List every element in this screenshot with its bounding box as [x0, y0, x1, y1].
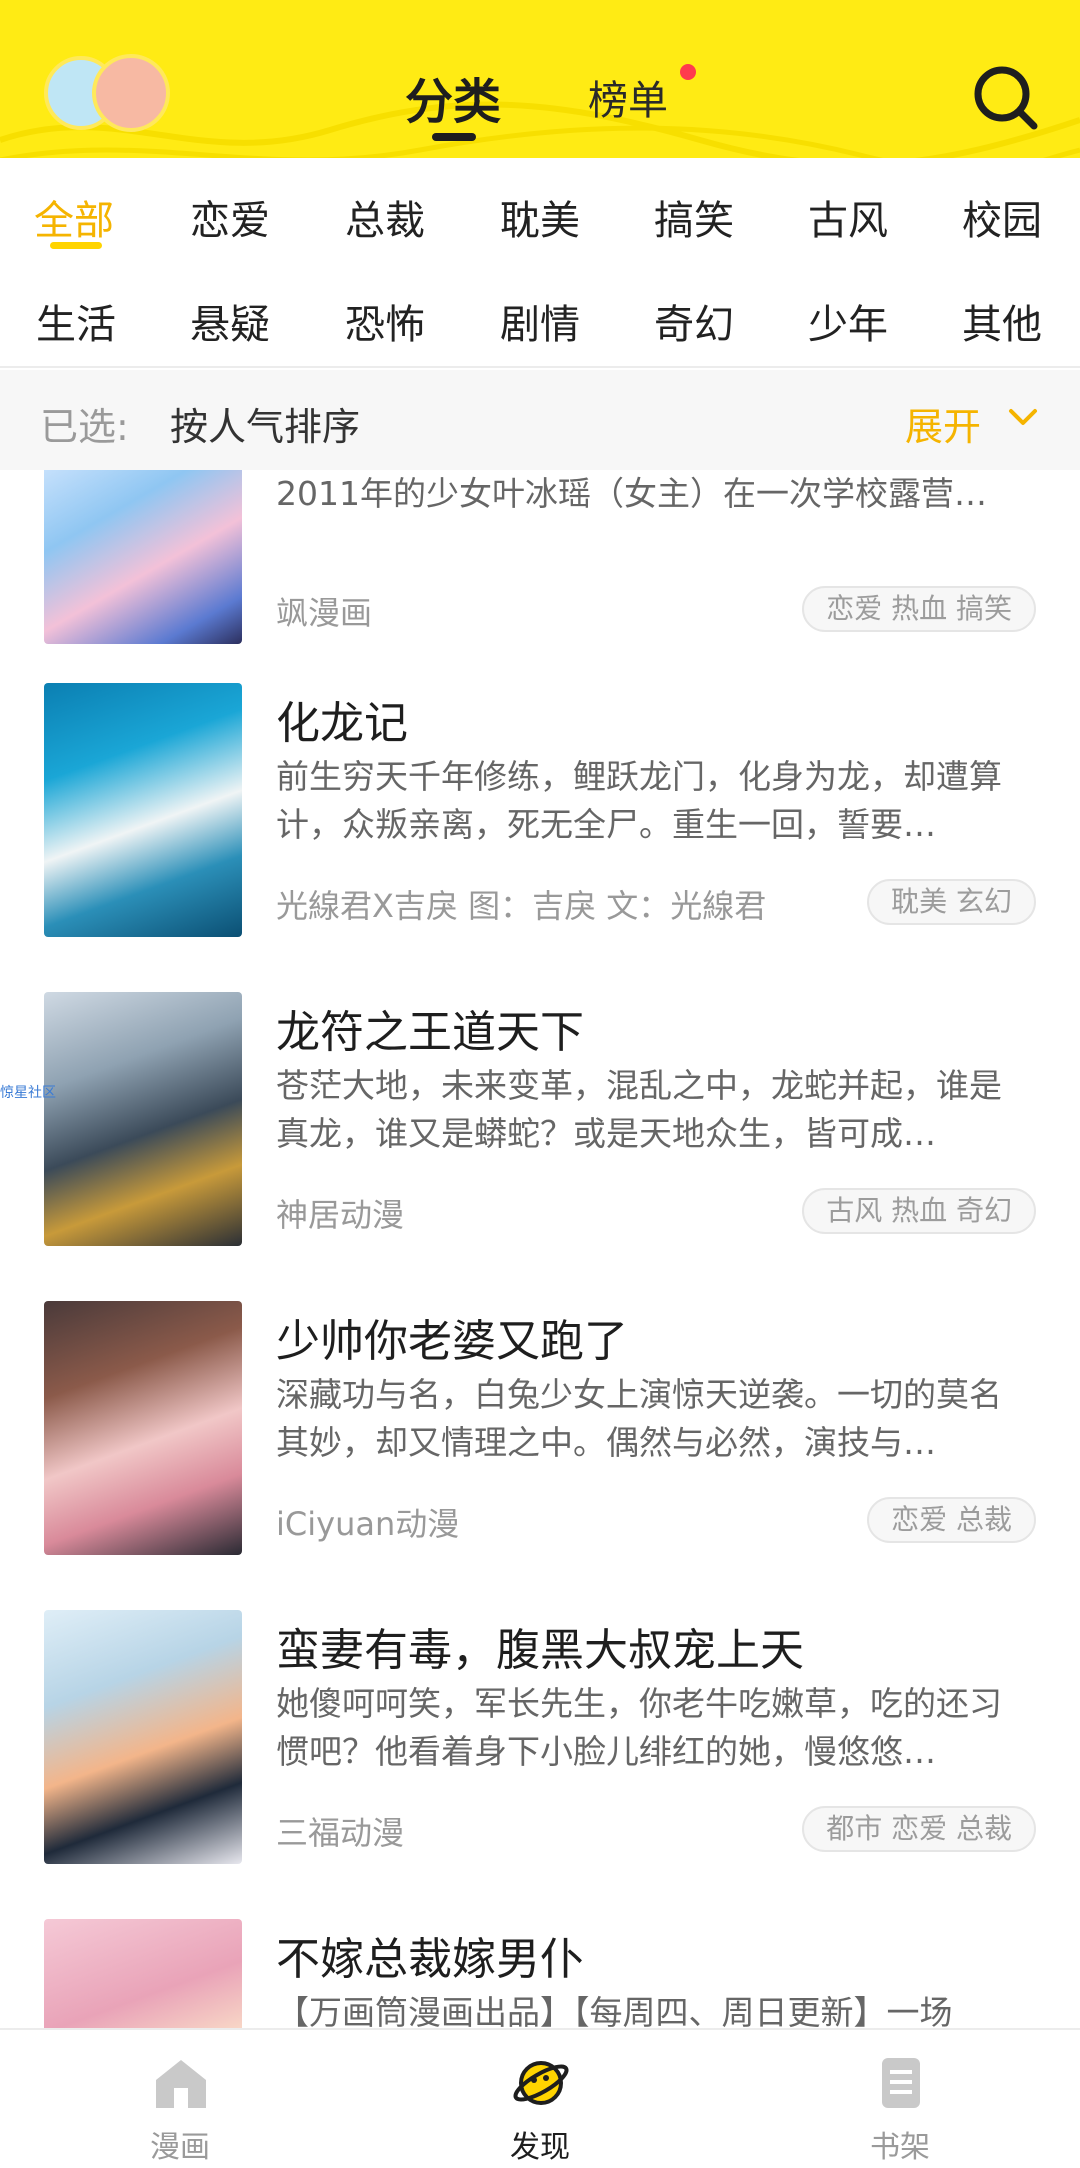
comic-cover[interactable] [44, 992, 242, 1246]
comic-tags: 都市 恋爱 总裁 [802, 1806, 1036, 1852]
comic-cover[interactable] [44, 1301, 242, 1555]
category-ceo[interactable]: 总裁 [345, 188, 425, 246]
filter-label: 已选: [40, 405, 129, 449]
list-item[interactable]: 化龙记 前生穷天千年修练，鲤跃龙门，化身为龙，却遭算计，众叛亲离，死无全尸。重生… [0, 683, 1080, 993]
side-watermark: 惊星社区 [0, 1085, 56, 1101]
comic-cover[interactable] [44, 470, 242, 644]
comic-author: 神居动漫 [276, 1196, 405, 1234]
category-other[interactable]: 其他 [962, 292, 1042, 350]
comic-tags: 古风 热血 奇幻 [802, 1188, 1036, 1234]
comic-author: 飒漫画 [276, 594, 373, 632]
category-grid: 全部 恋爱 总裁 耽美 搞笑 古风 校园 生活 悬疑 恐怖 剧情 奇幻 少年 其… [0, 158, 1080, 368]
comic-tags: 耽美 玄幻 [867, 879, 1036, 925]
filter-bar: 已选: 按人气排序 展开 [0, 370, 1080, 470]
comic-description: 苍茫大地，未来变革，混乱之中，龙蛇并起，谁是真龙，谁又是蟒蛇？或是天地众生，皆可… [276, 1066, 1002, 1153]
category-mystery[interactable]: 悬疑 [190, 292, 270, 350]
home-icon [156, 2060, 206, 2108]
nav-label: 漫画 [150, 2130, 210, 2165]
comic-description: 【万画筒漫画出品】【每周四、周日更新】一场 [276, 1993, 953, 2028]
list-item[interactable]: 蛮妻有毒，腹黑大叔宠上天 她傻呵呵笑，军长先生，你老牛吃嫩草，吃的还习惯吧？他看… [0, 1610, 1080, 1920]
comic-title[interactable]: 不嫁总裁嫁男仆 [276, 1923, 584, 1987]
nav-label: 发现 [510, 2130, 570, 2165]
list-item[interactable]: 不嫁总裁嫁男仆 【万画筒漫画出品】【每周四、周日更新】一场 [0, 1919, 1080, 2028]
expand-button[interactable]: 展开 [905, 396, 981, 451]
comic-author: iCiyuan动漫 [276, 1505, 460, 1543]
selected-category-indicator [50, 242, 102, 249]
category-shonen[interactable]: 少年 [808, 292, 888, 350]
active-tab-indicator [432, 133, 476, 141]
nav-bookshelf[interactable]: 书架 [800, 2030, 1000, 2168]
comic-list[interactable]: 2011年的少女叶冰瑶（女主）在一次学校露营… 飒漫画 恋爱 热血 搞笑 化龙记… [0, 470, 1080, 2028]
category-life[interactable]: 生活 [36, 292, 116, 350]
comic-tags: 恋爱 总裁 [867, 1497, 1036, 1543]
category-bl[interactable]: 耽美 [500, 188, 580, 246]
comic-author: 三福动漫 [276, 1814, 405, 1852]
comic-tags: 恋爱 热血 搞笑 [802, 586, 1036, 632]
comic-title[interactable]: 少帅你老婆又跑了 [276, 1305, 628, 1369]
planet-icon [513, 2061, 569, 2105]
comic-description: 前生穷天千年修练，鲤跃龙门，化身为龙，却遭算计，众叛亲离，死无全尸。重生一回，誓… [276, 757, 1002, 844]
comic-description: 2011年的少女叶冰瑶（女主）在一次学校露营… [276, 474, 987, 513]
comic-cover[interactable] [44, 683, 242, 937]
tab-ranking[interactable]: 榜单 [588, 68, 668, 126]
comic-author: 光線君X吉戾 图：吉戾 文：光線君 [276, 887, 767, 925]
nav-discover[interactable]: 发现 [440, 2030, 640, 2168]
bottom-navigation: 漫画 发现 书架 [0, 2028, 1080, 2168]
list-item[interactable]: 少帅你老婆又跑了 深藏功与名，白兔少女上演惊天逆袭。一切的莫名其妙，却又情理之中… [0, 1301, 1080, 1611]
category-romance[interactable]: 恋爱 [190, 188, 270, 246]
category-comedy[interactable]: 搞笑 [654, 188, 734, 246]
top-header: 分类 榜单 [0, 0, 1080, 158]
comic-description: 深藏功与名，白兔少女上演惊天逆袭。一切的莫名其妙，却又情理之中。偶然与必然，演技… [276, 1375, 1002, 1462]
category-campus[interactable]: 校园 [962, 188, 1042, 246]
chevron-down-icon[interactable] [1003, 398, 1043, 438]
comic-title[interactable]: 龙符之王道天下 [276, 996, 584, 1060]
search-icon[interactable] [970, 62, 1042, 134]
list-item[interactable]: 龙符之王道天下 苍茫大地，未来变革，混乱之中，龙蛇并起，谁是真龙，谁又是蟒蛇？或… [0, 992, 1080, 1302]
comic-cover[interactable] [44, 1919, 242, 2028]
category-fantasy[interactable]: 奇幻 [654, 292, 734, 350]
notification-dot [680, 64, 696, 80]
tab-category[interactable]: 分类 [405, 62, 501, 132]
category-all[interactable]: 全部 [34, 188, 114, 246]
category-ancient[interactable]: 古风 [808, 188, 888, 246]
book-icon [882, 2058, 920, 2108]
category-drama[interactable]: 剧情 [500, 292, 580, 350]
nav-comics[interactable]: 漫画 [80, 2030, 280, 2168]
comic-description: 她傻呵呵笑，军长先生，你老牛吃嫩草，吃的还习惯吧？他看着身下小脸儿绯红的她，慢悠… [276, 1684, 1002, 1771]
comic-cover[interactable] [44, 1610, 242, 1864]
filter-value: 按人气排序 [170, 405, 361, 449]
list-item[interactable]: 2011年的少女叶冰瑶（女主）在一次学校露营… 飒漫画 恋爱 热血 搞笑 [0, 470, 1080, 700]
category-horror[interactable]: 恐怖 [345, 292, 425, 350]
comic-title[interactable]: 化龙记 [276, 687, 408, 751]
nav-label: 书架 [870, 2130, 930, 2165]
comic-title[interactable]: 蛮妻有毒，腹黑大叔宠上天 [276, 1614, 804, 1678]
user-avatar[interactable] [44, 54, 174, 134]
girl-avatar-icon [92, 54, 170, 132]
